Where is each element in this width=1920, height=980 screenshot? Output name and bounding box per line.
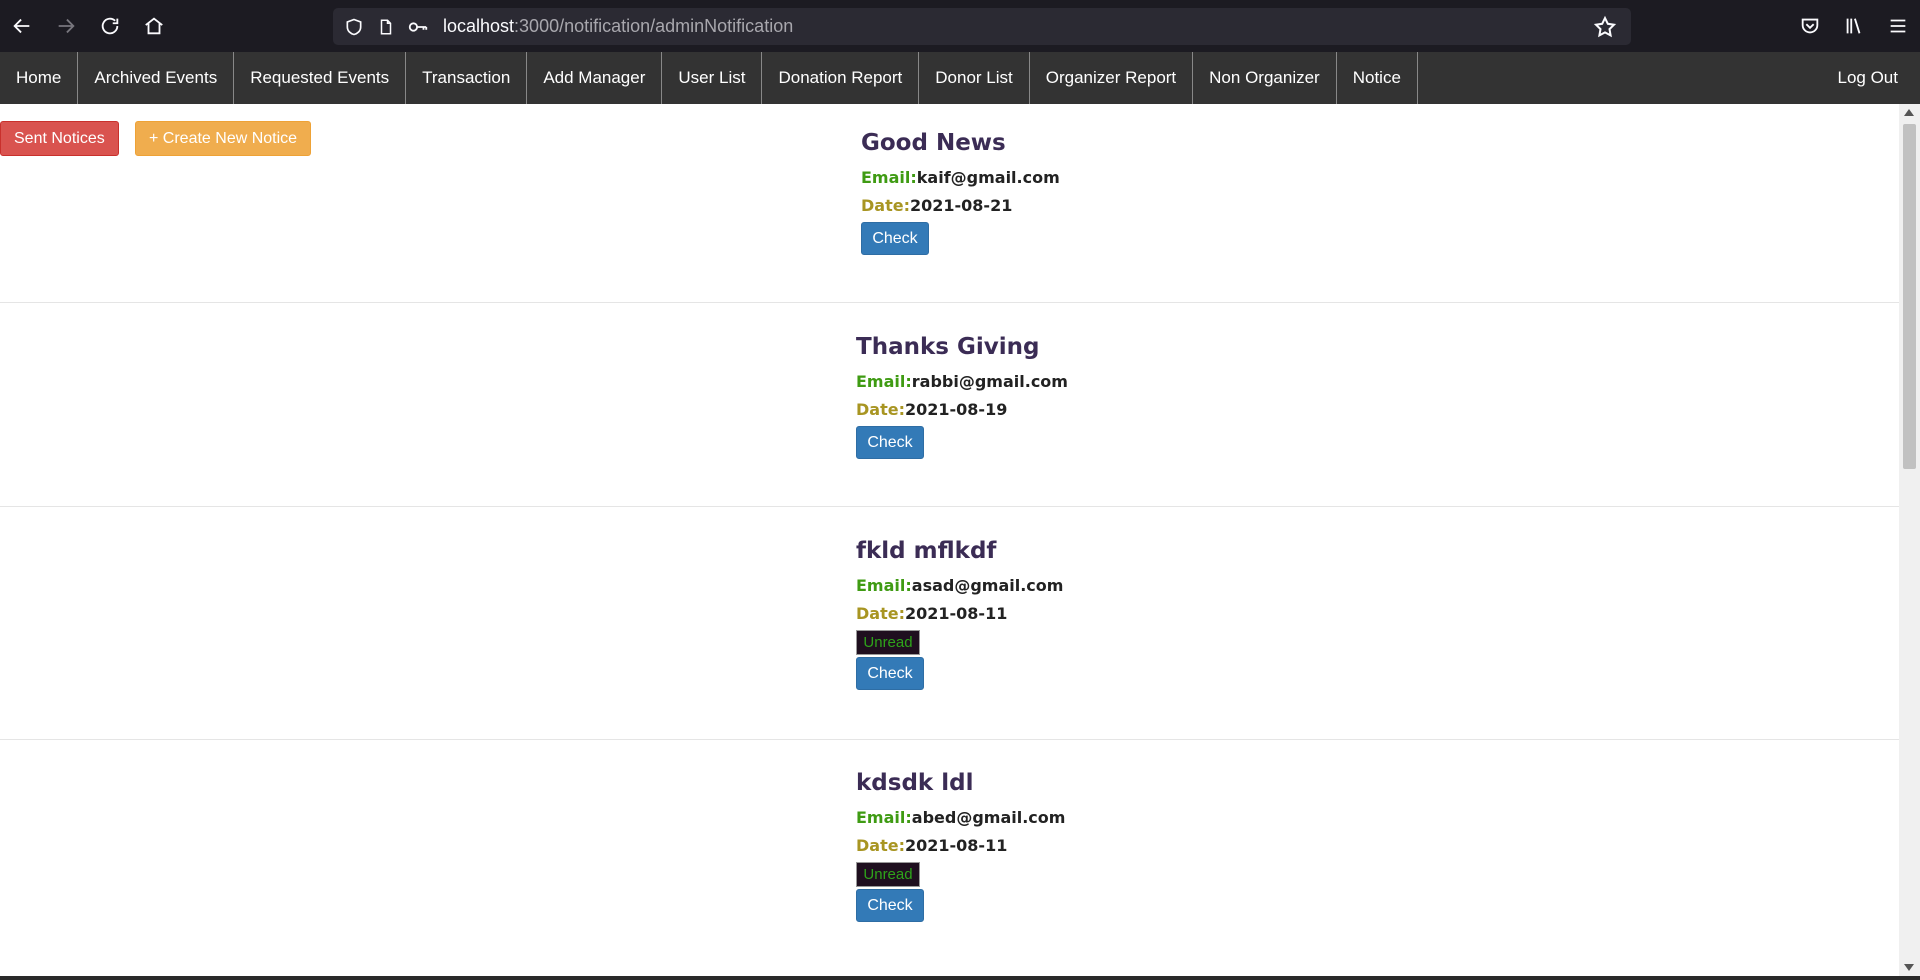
- nav-non-organizer[interactable]: Non Organizer: [1193, 52, 1337, 104]
- notice-date: Date:2021-08-11: [856, 836, 1008, 855]
- notice-date: Date:2021-08-21: [861, 196, 1013, 215]
- check-button[interactable]: Check: [861, 222, 929, 255]
- notice-item: kdsdk ldl Email:abed@gmail.com Date:2021…: [856, 770, 1065, 922]
- reload-icon[interactable]: [88, 4, 132, 48]
- key-icon[interactable]: [407, 16, 429, 38]
- notice-list: Sent Notices + Create New Notice Good Ne…: [0, 104, 1899, 976]
- nav-notice[interactable]: Notice: [1337, 52, 1418, 104]
- divider: [0, 506, 1899, 507]
- taskbar-edge: [0, 976, 1920, 980]
- notice-item: Good News Email:kaif@gmail.com Date:2021…: [861, 130, 1060, 255]
- nav-requested-events[interactable]: Requested Events: [234, 52, 407, 104]
- create-notice-button[interactable]: + Create New Notice: [135, 121, 312, 156]
- shield-icon[interactable]: [343, 16, 365, 38]
- unread-badge: Unread: [856, 630, 920, 655]
- nav-organizer-report[interactable]: Organizer Report: [1030, 52, 1194, 104]
- forward-icon[interactable]: [44, 4, 88, 48]
- notice-email: Email:kaif@gmail.com: [861, 168, 1060, 187]
- nav-add-manager[interactable]: Add Manager: [527, 52, 663, 104]
- notice-email: Email:abed@gmail.com: [856, 808, 1066, 827]
- unread-badge: Unread: [856, 862, 920, 887]
- scroll-down-icon[interactable]: [1904, 964, 1914, 971]
- check-button[interactable]: Check: [856, 426, 924, 459]
- url-text: localhost:3000/notification/adminNotific…: [443, 16, 794, 36]
- site-navbar: Home Archived Events Requested Events Tr…: [0, 52, 1920, 104]
- nav-transaction[interactable]: Transaction: [406, 52, 528, 104]
- notice-date: Date:2021-08-11: [856, 604, 1008, 623]
- scroll-up-icon[interactable]: [1904, 109, 1914, 116]
- divider: [0, 302, 1899, 303]
- notice-email: Email:asad@gmail.com: [856, 576, 1064, 595]
- scroll-thumb[interactable]: [1903, 124, 1916, 469]
- nav-user-list[interactable]: User List: [662, 52, 763, 104]
- notice-item: Thanks Giving Email:rabbi@gmail.com Date…: [856, 334, 1068, 459]
- bookmark-star-icon[interactable]: [1593, 15, 1617, 39]
- notice-item: fkld mflkdf Email:asad@gmail.com Date:20…: [856, 538, 1063, 690]
- page-icon[interactable]: [375, 16, 397, 38]
- nav-donor-list[interactable]: Donor List: [919, 52, 1030, 104]
- pocket-icon[interactable]: [1788, 4, 1832, 48]
- nav-donation-report[interactable]: Donation Report: [762, 52, 920, 104]
- notice-date: Date:2021-08-19: [856, 400, 1008, 419]
- check-button[interactable]: Check: [856, 657, 924, 690]
- home-icon[interactable]: [132, 4, 176, 48]
- back-icon[interactable]: [0, 4, 44, 48]
- divider: [0, 739, 1899, 740]
- menu-icon[interactable]: [1876, 4, 1920, 48]
- page-scrollbar[interactable]: [1899, 104, 1920, 976]
- url-bar[interactable]: localhost:3000/notification/adminNotific…: [333, 8, 1631, 45]
- check-button[interactable]: Check: [856, 889, 924, 922]
- notice-email: Email:rabbi@gmail.com: [856, 372, 1068, 391]
- notice-title: fkld mflkdf: [856, 538, 997, 564]
- nav-archived-events[interactable]: Archived Events: [78, 52, 235, 104]
- browser-toolbar: localhost:3000/notification/adminNotific…: [0, 0, 1920, 52]
- library-icon[interactable]: [1832, 4, 1876, 48]
- nav-home[interactable]: Home: [0, 52, 79, 104]
- notice-title: kdsdk ldl: [856, 770, 974, 796]
- sent-notices-button[interactable]: Sent Notices: [0, 121, 119, 156]
- notice-title: Good News: [861, 130, 1006, 156]
- notice-title: Thanks Giving: [856, 334, 1040, 360]
- logout-link[interactable]: Log Out: [1822, 52, 1920, 104]
